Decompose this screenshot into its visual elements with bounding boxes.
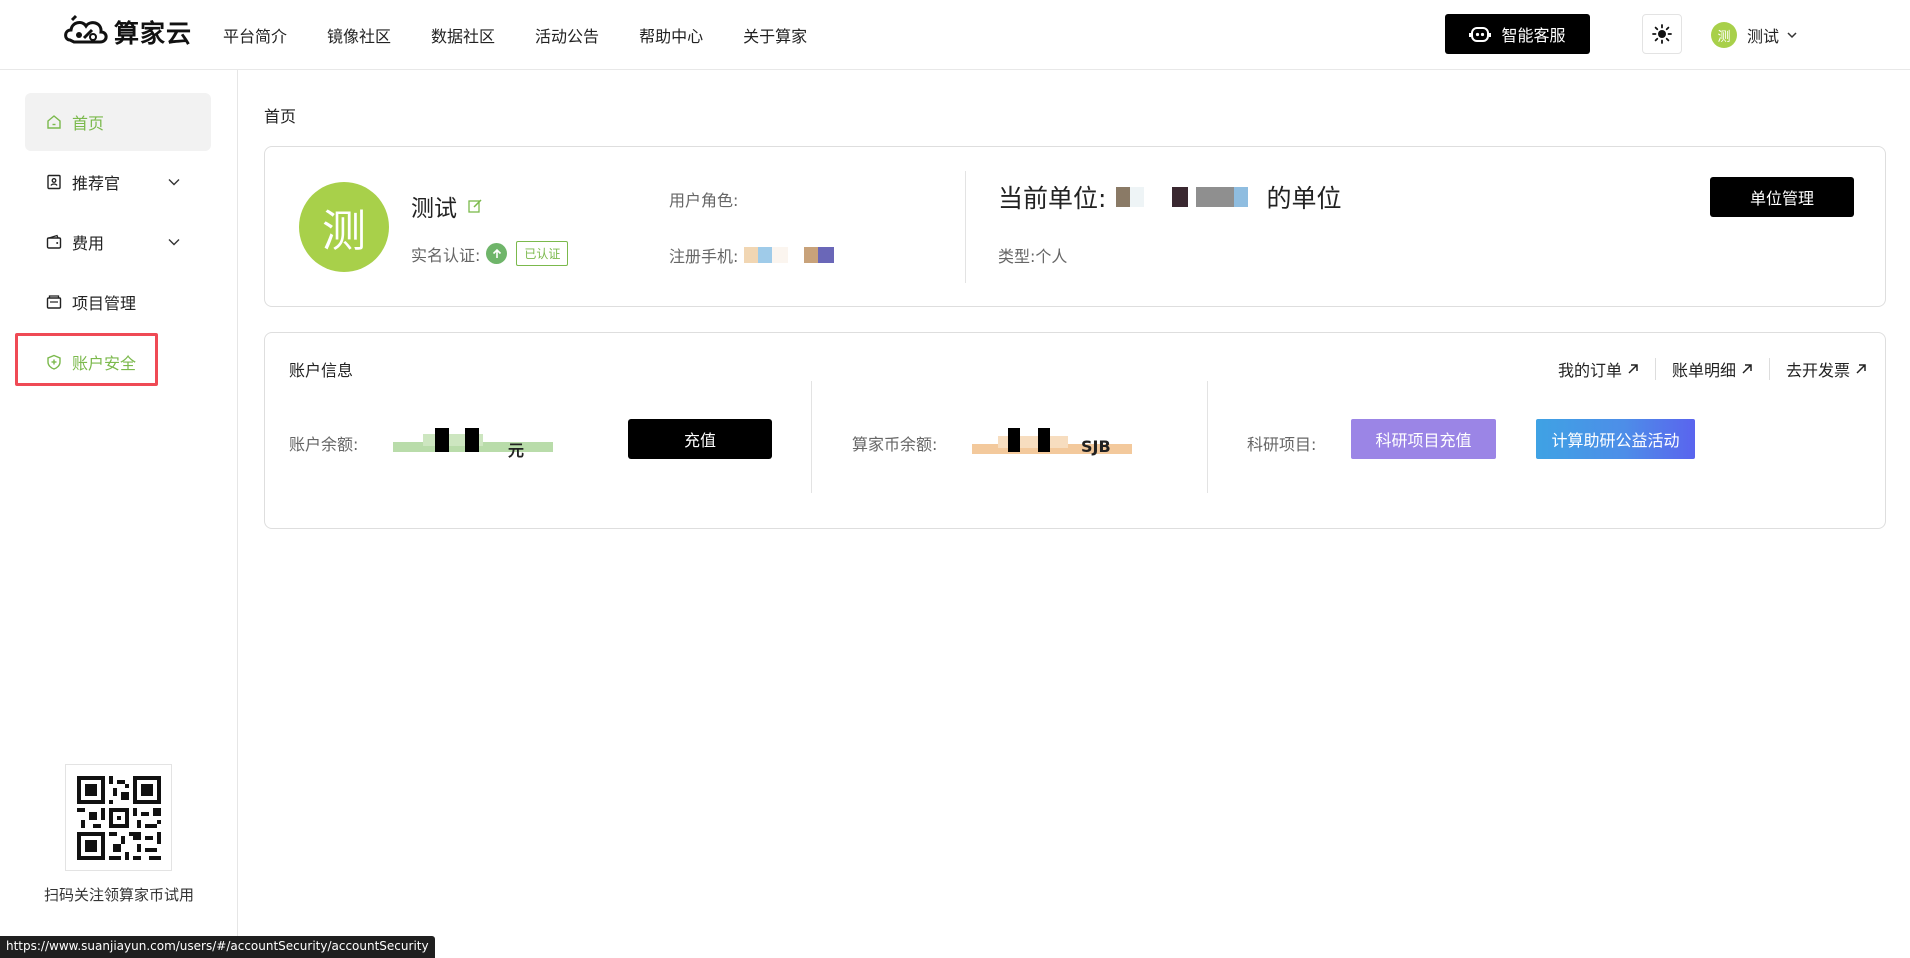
nav-about[interactable]: 关于算家 bbox=[743, 23, 807, 47]
coin-balance-label: 算家币余额: bbox=[852, 435, 938, 454]
verify-label: 实名认证: bbox=[411, 245, 481, 265]
sidebar: 首页 推荐官 费用 项目管理 账户安全 扫码关注领算家币试用 bbox=[0, 70, 238, 958]
nav-platform-intro[interactable]: 平台简介 bbox=[223, 23, 287, 47]
phone-redacted bbox=[744, 247, 835, 263]
wallet-icon bbox=[46, 234, 62, 249]
status-bar-url: https://www.suanjiayun.com/users/#/accou… bbox=[0, 936, 435, 958]
external-link-icon bbox=[1628, 364, 1638, 374]
sidebar-item-label: 账户安全 bbox=[72, 354, 137, 373]
qr-caption: 扫码关注领算家币试用 bbox=[43, 886, 194, 904]
sidebar-item-home[interactable]: 首页 bbox=[25, 93, 211, 151]
sidebar-item-billing[interactable]: 费用 bbox=[25, 213, 211, 271]
unit-name-redacted bbox=[1116, 187, 1267, 207]
logo-icon bbox=[64, 14, 108, 44]
unit-suffix: 的单位 bbox=[1266, 184, 1342, 213]
status-badge: 已认证 bbox=[516, 241, 569, 266]
top-navigation-bar: 算家云 平台简介 镜像社区 数据社区 活动公告 帮助中心 关于算家 智能客服 测… bbox=[0, 0, 1910, 70]
balance-label: 账户余额: bbox=[289, 435, 359, 454]
billing-details-label: 账单明细 bbox=[1671, 361, 1736, 380]
avatar: 测 bbox=[299, 182, 389, 272]
verified-icon bbox=[486, 243, 508, 264]
smart-service-button[interactable]: 智能客服 bbox=[1445, 14, 1590, 54]
qr-code bbox=[65, 764, 172, 871]
sidebar-item-account-security[interactable]: 账户安全 bbox=[25, 333, 211, 391]
chevron-down-icon bbox=[168, 179, 180, 186]
sidebar-item-recommender[interactable]: 推荐官 bbox=[25, 153, 211, 211]
research-label: 科研项目: bbox=[1247, 435, 1317, 454]
sidebar-item-label: 推荐官 bbox=[72, 174, 121, 193]
balance-redacted bbox=[393, 426, 553, 454]
invoice-link[interactable]: 去开发票 bbox=[1770, 357, 1867, 381]
theme-toggle-button[interactable] bbox=[1642, 14, 1682, 54]
divider bbox=[811, 381, 812, 493]
robot-icon bbox=[1469, 27, 1492, 42]
user-name: 测试 bbox=[1747, 27, 1780, 46]
user-role: 用户角色: bbox=[669, 191, 739, 210]
profile-name-row: 测试 bbox=[411, 189, 483, 223]
account-info-card: 账户信息 我的订单 账单明细 去开发票 账户余额: 元 充值 算家币余额: SJ bbox=[264, 332, 1886, 529]
unit-type: 类型:个人 bbox=[998, 247, 1068, 266]
account-info-title: 账户信息 bbox=[289, 361, 354, 380]
id-card-icon bbox=[47, 174, 61, 190]
sidebar-item-label: 费用 bbox=[72, 234, 105, 253]
research-activity-label: 计算助研公益活动 bbox=[1551, 431, 1680, 450]
logo-text: 算家云 bbox=[114, 19, 193, 48]
divider bbox=[1207, 381, 1208, 493]
profile-card: 测 测试 实名认证: 已认证 用户角色: 注册手机: 当前单位: 的单位 类型:… bbox=[264, 146, 1886, 307]
external-link-icon bbox=[1742, 364, 1752, 374]
real-name-verification: 实名认证: 已认证 bbox=[411, 241, 569, 266]
recharge-button[interactable]: 充值 bbox=[628, 419, 772, 459]
balance-unit: 元 bbox=[508, 441, 525, 460]
invoice-label: 去开发票 bbox=[1785, 361, 1850, 380]
folder-icon bbox=[46, 295, 62, 309]
profile-name: 测试 bbox=[411, 196, 457, 222]
home-icon bbox=[47, 115, 61, 129]
sidebar-item-label: 项目管理 bbox=[72, 294, 137, 313]
sidebar-item-label: 首页 bbox=[72, 114, 105, 133]
sun-icon bbox=[1652, 24, 1672, 44]
unit-prefix: 当前单位: bbox=[998, 184, 1107, 213]
registered-phone: 注册手机: bbox=[669, 243, 835, 267]
nav-help-center[interactable]: 帮助中心 bbox=[639, 23, 703, 47]
billing-details-link[interactable]: 账单明细 bbox=[1656, 357, 1769, 381]
coin-unit: SJB bbox=[1081, 437, 1111, 456]
sidebar-item-projects[interactable]: 项目管理 bbox=[25, 273, 211, 331]
nav-announcements[interactable]: 活动公告 bbox=[535, 23, 599, 47]
qr-code-image bbox=[76, 775, 161, 860]
breadcrumb: 首页 bbox=[264, 107, 297, 126]
chevron-down-icon bbox=[1787, 32, 1797, 39]
research-activity-button[interactable]: 计算助研公益活动 bbox=[1536, 419, 1695, 459]
account-links: 我的订单 账单明细 去开发票 bbox=[1542, 357, 1867, 381]
unit-manage-button[interactable]: 单位管理 bbox=[1710, 177, 1854, 217]
nav-data-community[interactable]: 数据社区 bbox=[431, 23, 495, 47]
current-unit: 当前单位: 的单位 bbox=[998, 179, 1341, 215]
main-nav: 平台简介 镜像社区 数据社区 活动公告 帮助中心 关于算家 bbox=[223, 0, 847, 70]
avatar: 测 bbox=[1711, 22, 1737, 48]
phone-label: 注册手机: bbox=[669, 247, 739, 266]
edit-icon[interactable] bbox=[467, 198, 483, 214]
external-link-icon bbox=[1856, 364, 1866, 374]
divider bbox=[965, 171, 966, 283]
research-recharge-button[interactable]: 科研项目充值 bbox=[1351, 419, 1496, 459]
my-orders-link[interactable]: 我的订单 bbox=[1542, 357, 1655, 381]
my-orders-label: 我的订单 bbox=[1557, 361, 1622, 380]
user-menu[interactable]: 测 测试 bbox=[1711, 20, 1799, 50]
chevron-down-icon bbox=[168, 239, 180, 246]
shield-icon bbox=[47, 354, 61, 370]
nav-image-community[interactable]: 镜像社区 bbox=[327, 23, 391, 47]
logo[interactable]: 算家云 bbox=[62, 12, 192, 52]
smart-service-label: 智能客服 bbox=[1501, 26, 1566, 45]
